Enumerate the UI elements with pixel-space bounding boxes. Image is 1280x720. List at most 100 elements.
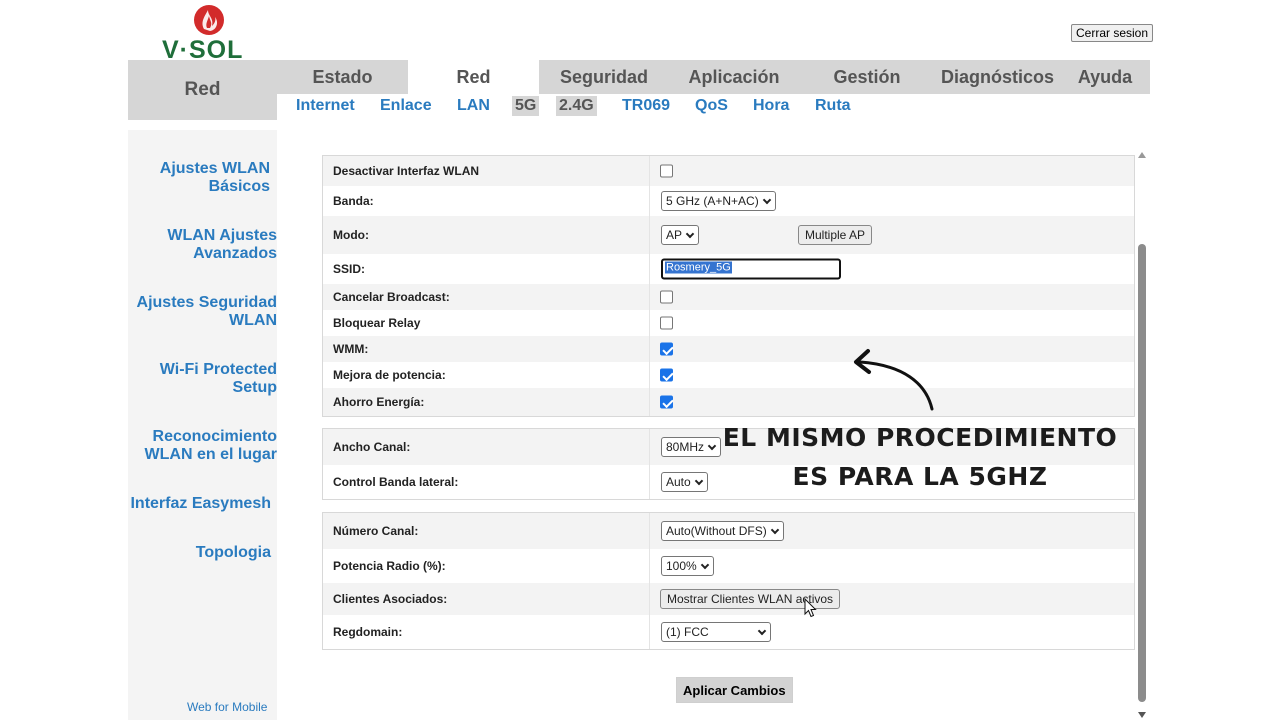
subtab-tr069[interactable]: TR069 bbox=[619, 96, 673, 116]
column-divider bbox=[649, 362, 650, 388]
disable-wlan-label: Desactivar Interfaz WLAN bbox=[333, 164, 480, 178]
ssid-value: Rosmery_5G bbox=[665, 261, 732, 274]
annotation-line-1: EL MISMO PROCEDIMIENTO bbox=[722, 423, 1118, 452]
mouse-pointer-icon bbox=[804, 598, 817, 618]
sidebar-item-label: Ajustes Seguridad bbox=[136, 294, 277, 311]
tab-ayuda[interactable]: Ayuda bbox=[1060, 60, 1150, 94]
column-divider bbox=[649, 284, 650, 310]
row-associated-clients: Clientes Asociados: Mostrar Clientes WLA… bbox=[323, 583, 1134, 615]
nav-section-title: Red bbox=[184, 79, 221, 100]
sidebar-item-label: Básicos bbox=[208, 178, 270, 195]
sidebar-item-label: WLAN bbox=[229, 312, 277, 329]
wmm-checkbox[interactable] bbox=[660, 342, 673, 356]
column-divider bbox=[649, 156, 650, 186]
row-ssid: SSID: Rosmery_5G bbox=[323, 254, 1134, 284]
column-divider bbox=[649, 186, 650, 216]
band-select[interactable]: 5 GHz (A+N+AC) bbox=[661, 191, 776, 211]
subtab-5g[interactable]: 5G bbox=[512, 96, 540, 116]
sidebar-item-wps[interactable]: Wi-Fi Protected Setup bbox=[160, 361, 277, 397]
sidebar-item-easymesh[interactable]: Interfaz Easymesh bbox=[130, 495, 271, 513]
row-radio-power: Potencia Radio (%): 100% bbox=[323, 549, 1134, 583]
column-divider bbox=[649, 465, 650, 499]
row-block-relay: Bloquear Relay bbox=[323, 310, 1134, 336]
tab-diagnosticos[interactable]: Diagnósticos bbox=[935, 60, 1060, 94]
sub-nav: Internet Enlace LAN 5G 2.4G TR069 QoS Ho… bbox=[277, 94, 1150, 120]
sidebar-item-topology[interactable]: Topologia bbox=[196, 544, 271, 562]
energy-saving-checkbox[interactable] bbox=[660, 395, 673, 409]
subtab-2-4g[interactable]: 2.4G bbox=[556, 96, 597, 116]
nav-tabs: Estado Red Seguridad Aplicación Gestión … bbox=[277, 60, 1150, 94]
web-for-mobile-link[interactable]: Web for Mobile bbox=[187, 700, 267, 714]
tab-gestion[interactable]: Gestión bbox=[799, 60, 935, 94]
column-divider bbox=[649, 513, 650, 549]
tab-aplicacion[interactable]: Aplicación bbox=[669, 60, 799, 94]
column-divider bbox=[649, 549, 650, 583]
channel-group: Número Canal: Auto(Without DFS) Potencia… bbox=[322, 512, 1135, 650]
logout-button[interactable]: Cerrar sesion bbox=[1071, 24, 1154, 42]
sideband-label: Control Banda lateral: bbox=[333, 475, 459, 489]
regdomain-label: Regdomain: bbox=[333, 625, 403, 639]
mode-select[interactable]: AP bbox=[661, 225, 700, 245]
sidebar-item-label: Reconocimiento bbox=[152, 428, 277, 445]
annotation-line-2: ES PARA LA 5GHZ bbox=[792, 462, 1048, 491]
subtab-ruta[interactable]: Ruta bbox=[812, 96, 854, 116]
sidebar-item-advanced-wlan[interactable]: WLAN Ajustes Avanzados bbox=[167, 227, 277, 263]
row-band: Banda: 5 GHz (A+N+AC) bbox=[323, 186, 1134, 216]
mode-label: Modo: bbox=[333, 228, 369, 242]
subtab-enlace[interactable]: Enlace bbox=[377, 96, 435, 116]
vsol-logo: V·SOL bbox=[160, 2, 260, 64]
channel-width-label: Ancho Canal: bbox=[333, 440, 411, 454]
wmm-label: WMM: bbox=[333, 342, 369, 356]
sidebar-item-label: Ajustes WLAN bbox=[159, 160, 270, 177]
sidebar-item-label: Interfaz Easymesh bbox=[130, 495, 271, 512]
tab-red[interactable]: Red bbox=[408, 60, 539, 94]
power-boost-label: Mejora de potencia: bbox=[333, 368, 446, 382]
curved-arrow-icon bbox=[854, 349, 934, 411]
disable-wlan-checkbox[interactable] bbox=[660, 164, 673, 178]
cancel-broadcast-label: Cancelar Broadcast: bbox=[333, 290, 450, 304]
associated-clients-label: Clientes Asociados: bbox=[333, 592, 448, 606]
subtab-qos[interactable]: QoS bbox=[692, 96, 731, 116]
sidebar-item-label: WLAN Ajustes bbox=[167, 227, 277, 244]
multiple-ap-button[interactable]: Multiple AP bbox=[798, 225, 873, 245]
column-divider bbox=[649, 310, 650, 336]
row-channel-number: Número Canal: Auto(Without DFS) bbox=[323, 513, 1134, 549]
ssid-input[interactable]: Rosmery_5G bbox=[661, 258, 841, 280]
column-divider bbox=[649, 336, 650, 362]
subtab-lan[interactable]: LAN bbox=[454, 96, 493, 116]
band-label: Banda: bbox=[333, 194, 374, 208]
row-cancel-broadcast: Cancelar Broadcast: bbox=[323, 284, 1134, 310]
block-relay-checkbox[interactable] bbox=[660, 316, 673, 330]
sidebar-item-label: Avanzados bbox=[193, 245, 277, 262]
sidebar-item-label: Topologia bbox=[195, 544, 271, 561]
row-regdomain: Regdomain: (1) FCC bbox=[323, 615, 1134, 649]
tab-seguridad[interactable]: Seguridad bbox=[539, 60, 669, 94]
row-mode: Modo: AP Multiple AP bbox=[323, 216, 1134, 254]
regdomain-select[interactable]: (1) FCC bbox=[661, 622, 771, 642]
column-divider bbox=[649, 583, 650, 615]
tab-estado[interactable]: Estado bbox=[277, 60, 408, 94]
column-divider bbox=[649, 615, 650, 649]
sidebar-item-label: Setup bbox=[232, 379, 277, 396]
scroll-up-arrow-icon[interactable] bbox=[1138, 152, 1146, 158]
energy-saving-label: Ahorro Energía: bbox=[333, 395, 425, 409]
channel-number-label: Número Canal: bbox=[333, 524, 419, 538]
column-divider bbox=[649, 254, 650, 284]
sidebar-item-basic-wlan[interactable]: Ajustes WLAN Básicos bbox=[160, 160, 270, 196]
sidebar-item-wlan-security[interactable]: Ajustes Seguridad WLAN bbox=[137, 294, 277, 330]
apply-changes-button[interactable]: Aplicar Cambios bbox=[676, 677, 793, 703]
sidebar-item-label: WLAN en el lugar bbox=[144, 446, 277, 463]
sidebar: Ajustes WLAN Básicos WLAN Ajustes Avanza… bbox=[128, 130, 277, 720]
wlan-basic-group: Desactivar Interfaz WLAN Banda: 5 GHz (A… bbox=[322, 155, 1135, 417]
subtab-hora[interactable]: Hora bbox=[750, 96, 792, 116]
block-relay-label: Bloquear Relay bbox=[333, 316, 421, 330]
subtab-internet[interactable]: Internet bbox=[293, 96, 358, 116]
power-boost-checkbox[interactable] bbox=[660, 368, 673, 382]
row-disable-wlan: Desactivar Interfaz WLAN bbox=[323, 156, 1134, 186]
cancel-broadcast-checkbox[interactable] bbox=[660, 290, 673, 304]
channel-number-select[interactable]: Auto(Without DFS) bbox=[661, 521, 784, 541]
radio-power-select[interactable]: 100% bbox=[661, 556, 714, 576]
sidebar-item-site-survey[interactable]: Reconocimiento WLAN en el lugar bbox=[145, 428, 277, 464]
scroll-down-arrow-icon[interactable] bbox=[1138, 712, 1146, 718]
flame-icon bbox=[194, 5, 224, 35]
